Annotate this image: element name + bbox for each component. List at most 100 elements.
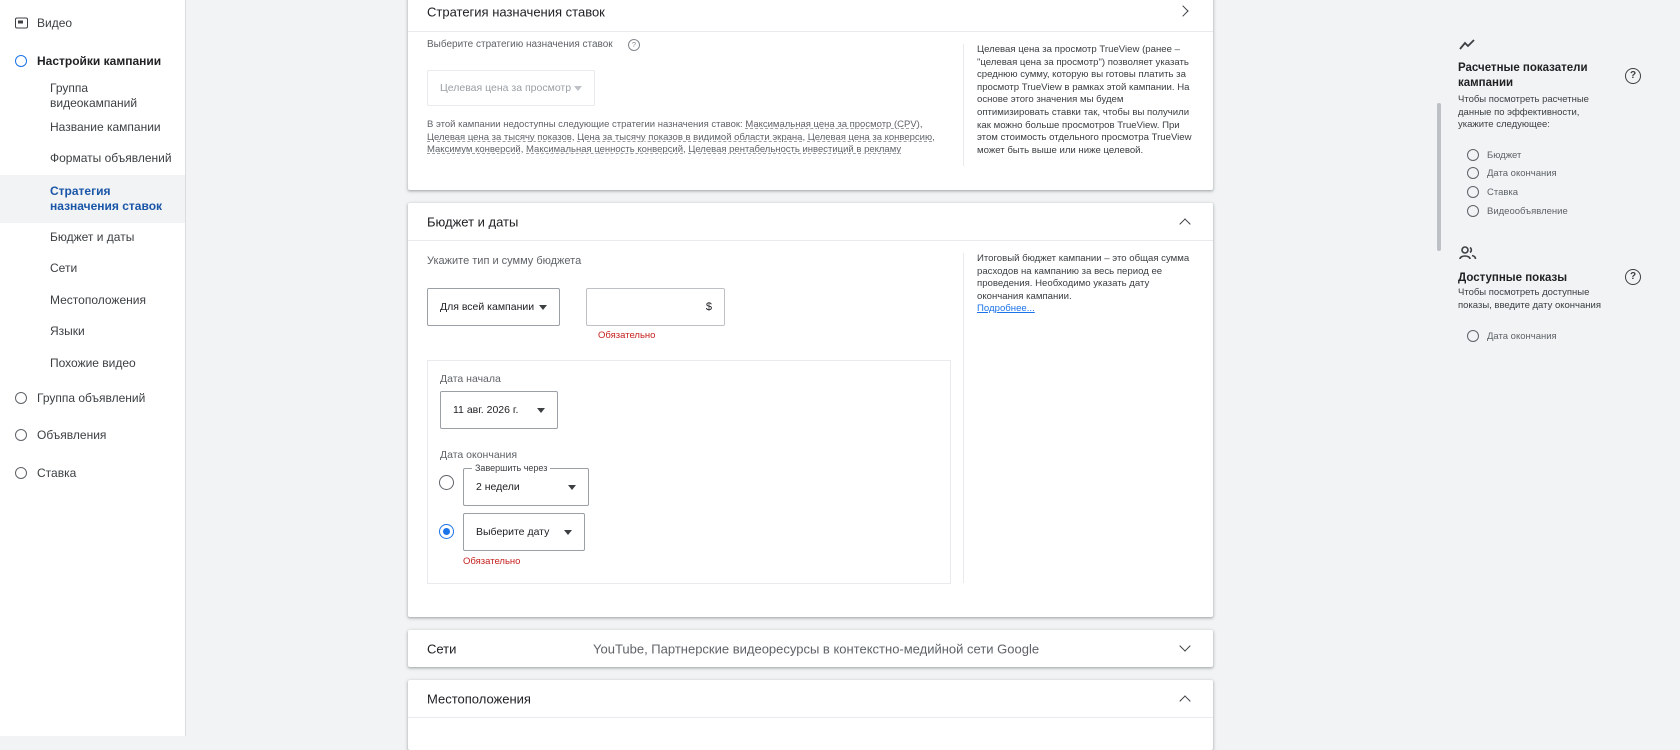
- card-title: Стратегия назначения ставок: [427, 4, 605, 20]
- sub-item-ad-formats[interactable]: Форматы объявлений: [0, 143, 185, 174]
- pick-date-radio[interactable]: [439, 524, 454, 539]
- dropdown-value: 11 авг. 2026 г.: [453, 404, 519, 416]
- help-icon[interactable]: ?: [628, 39, 640, 51]
- empty-radio-icon: [1467, 330, 1479, 342]
- dropdown-value: Целевая цена за просмотр: [440, 82, 572, 94]
- card-title: Сети: [427, 641, 457, 656]
- metric-video-ad: Видеообъявление: [1459, 205, 1568, 217]
- end-date-dropdown[interactable]: Выберите дату: [463, 513, 585, 551]
- left-navigation: Видео Настройки кампании Группа видеокам…: [0, 0, 186, 736]
- chevron-up-icon[interactable]: [1179, 695, 1191, 707]
- trending-icon: [1459, 39, 1475, 50]
- sub-item-networks[interactable]: Сети: [0, 253, 185, 284]
- dropdown-value: Для всей кампании: [440, 301, 535, 313]
- metrics-title: Расчетные показатели кампании: [1458, 62, 1588, 89]
- metric-label: Видеообъявление: [1487, 205, 1568, 217]
- dropdown-arrow-icon: [568, 485, 576, 490]
- dropdown-arrow-icon: [574, 86, 582, 91]
- sub-item-label: Название кампании: [50, 120, 161, 134]
- sub-item-video-campaign-group[interactable]: Группа видеокампаний: [0, 80, 185, 111]
- step-radio-icon: [15, 429, 27, 441]
- empty-radio-icon: [1467, 205, 1479, 217]
- end-after-dropdown[interactable]: Завершить через 2 недели: [463, 463, 589, 506]
- card-title: Бюджет и даты: [427, 214, 519, 229]
- strategy-link[interactable]: Целевая цена за тысячу показов: [427, 132, 572, 143]
- floating-label: Завершить через: [472, 463, 551, 473]
- nav-item-label: Группа объявлений: [37, 391, 146, 405]
- budget-type-dropdown[interactable]: Для всей кампании: [427, 288, 560, 326]
- sub-item-label: Бюджет и даты: [50, 230, 135, 244]
- strategy-link[interactable]: Максимальная ценность конверсий: [526, 144, 683, 155]
- end-date-label: Дата окончания: [440, 449, 518, 461]
- metric-budget: Бюджет: [1459, 149, 1521, 161]
- bidding-strategy-dropdown[interactable]: Целевая цена за просмотр: [427, 70, 595, 106]
- bidding-select-label: Выберите стратегию назначения ставок: [427, 39, 613, 50]
- sub-item-related-videos[interactable]: Похожие видео: [0, 348, 185, 379]
- networks-summary: YouTube, Партнерские видеоресурсы в конт…: [593, 641, 1040, 656]
- start-date-label: Дата начала: [440, 373, 501, 385]
- divider: [963, 253, 964, 583]
- sub-item-budget-dates[interactable]: Бюджет и даты: [0, 222, 185, 253]
- video-icon: [15, 17, 28, 29]
- step-radio-icon: [15, 392, 27, 404]
- strategy-link[interactable]: Максимум конверсий: [427, 144, 521, 155]
- sub-item-label: Форматы объявлений: [50, 151, 172, 165]
- nav-item-campaign-settings[interactable]: Настройки кампании: [0, 42, 185, 80]
- budget-side-note-text: Итоговый бюджет кампании – это общая сум…: [977, 253, 1190, 302]
- nav-item-label: Объявления: [37, 428, 107, 442]
- strategy-link[interactable]: Цена за тысячу показов в видимой области…: [577, 132, 802, 143]
- help-icon[interactable]: ?: [1625, 269, 1641, 285]
- reach-label: Дата окончания: [1487, 330, 1557, 342]
- chevron-up-icon[interactable]: [1179, 218, 1191, 230]
- nav-item-bid[interactable]: Ставка: [0, 454, 185, 492]
- amount-required-error: Обязательно: [598, 330, 656, 341]
- help-icon[interactable]: ?: [1625, 68, 1641, 84]
- dropdown-arrow-icon: [537, 408, 545, 413]
- bidding-card-header[interactable]: Стратегия назначения ставок: [408, 0, 1213, 32]
- nav-item-ad-group[interactable]: Группа объявлений: [0, 379, 185, 417]
- sub-item-languages[interactable]: Языки: [0, 316, 185, 347]
- step-radio-icon: [15, 55, 27, 67]
- budget-type-label: Укажите тип и сумму бюджета: [427, 255, 582, 267]
- scrollbar-thumb[interactable]: [1437, 103, 1441, 251]
- end-after-radio[interactable]: [439, 475, 454, 490]
- metric-end-date: Дата окончания: [1459, 167, 1557, 179]
- metrics-description: Чтобы посмотреть расчетные данные по эфф…: [1458, 94, 1589, 130]
- strategy-link[interactable]: Целевая рентабельность инвестиций в рекл…: [688, 144, 901, 155]
- strategy-link[interactable]: Максимальная цена за просмотр (CPV): [745, 119, 920, 130]
- metric-label: Ставка: [1487, 186, 1519, 198]
- card-title: Местоположения: [427, 691, 531, 706]
- nav-item-video[interactable]: Видео: [0, 4, 185, 42]
- dates-box: Дата начала 11 авг. 2026 г. Дата окончан…: [427, 360, 951, 584]
- sub-item-bidding-strategy[interactable]: Стратегия назначения ставок: [0, 175, 185, 223]
- divider: [963, 44, 964, 166]
- empty-radio-icon: [1467, 167, 1479, 179]
- empty-radio-icon: [1467, 186, 1479, 198]
- nav-item-label: Настройки кампании: [37, 54, 162, 68]
- budget-side-note: Итоговый бюджет кампании – это общая сум…: [977, 253, 1195, 316]
- empty-radio-icon: [1467, 149, 1479, 161]
- chevron-down-icon[interactable]: [1179, 640, 1191, 652]
- dropdown-value: Выберите дату: [476, 526, 550, 538]
- locations-card-header[interactable]: Местоположения: [408, 680, 1213, 718]
- learn-more-link[interactable]: Подробнее...: [977, 303, 1035, 314]
- sub-item-label: Сети: [50, 261, 78, 275]
- start-date-dropdown[interactable]: 11 авг. 2026 г.: [440, 391, 558, 429]
- sub-item-label: Местоположения: [50, 293, 146, 307]
- reach-description: Чтобы посмотреть доступные показы, введи…: [1458, 287, 1601, 311]
- sub-item-locations[interactable]: Местоположения: [0, 285, 185, 316]
- budget-amount-input[interactable]: $: [586, 288, 725, 326]
- sub-item-label: Группа видеокампаний: [50, 80, 138, 110]
- step-radio-icon: [15, 467, 27, 479]
- metric-label: Бюджет: [1487, 149, 1522, 161]
- reach-end-date: Дата окончания: [1459, 330, 1557, 342]
- sub-item-campaign-name[interactable]: Название кампании: [0, 112, 185, 143]
- chevron-right-icon[interactable]: [1177, 5, 1189, 17]
- nav-item-label: Видео: [37, 16, 73, 30]
- nav-item-ads[interactable]: Объявления: [0, 416, 185, 454]
- networks-card[interactable]: Сети YouTube, Партнерские видеоресурсы в…: [408, 630, 1213, 667]
- strategy-link[interactable]: Целевая цена за конверсию: [808, 132, 932, 143]
- bidding-strategy-card: Стратегия назначения ставок Выберите стр…: [408, 0, 1213, 190]
- budget-card-header[interactable]: Бюджет и даты: [408, 203, 1213, 241]
- unavailable-prefix: В этой кампании недоступны следующие стр…: [427, 119, 743, 130]
